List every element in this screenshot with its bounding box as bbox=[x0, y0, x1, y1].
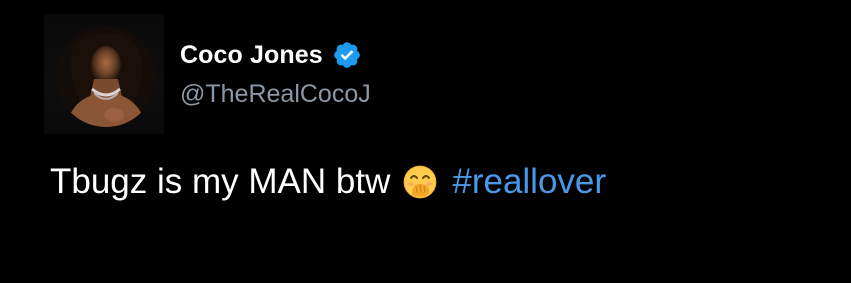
tweet-body: Tbugz is my MAN btw #reallover bbox=[50, 160, 606, 204]
face-with-hand-over-mouth-icon bbox=[402, 164, 438, 200]
author-name-row[interactable]: Coco Jones bbox=[180, 38, 362, 72]
hashtag-link[interactable]: #reallover bbox=[452, 160, 606, 204]
tweet-text: Tbugz is my MAN btw bbox=[50, 162, 391, 201]
verified-badge-icon bbox=[332, 40, 362, 70]
avatar[interactable] bbox=[56, 27, 156, 127]
tweet-card: Coco Jones @TheRealCocoJ Tbugz is my MAN… bbox=[0, 0, 851, 283]
author-handle[interactable]: @TheRealCocoJ bbox=[180, 80, 371, 109]
display-name[interactable]: Coco Jones bbox=[180, 41, 323, 70]
profile-photo-icon bbox=[56, 27, 156, 127]
